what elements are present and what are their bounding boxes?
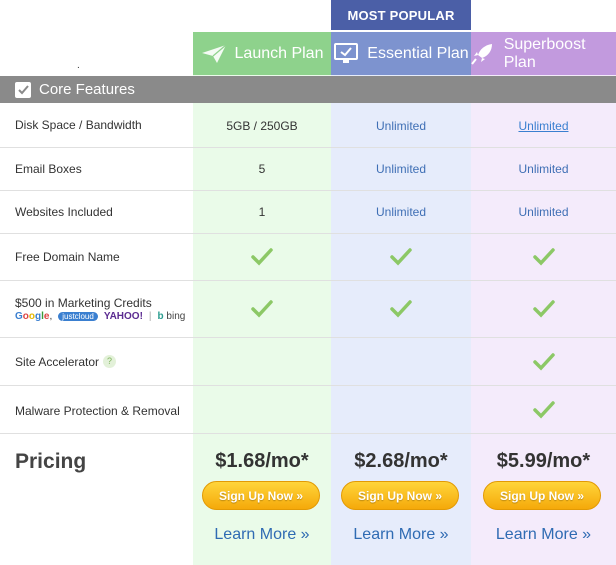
launch-learn-more-link[interactable]: Learn More » [193,526,331,544]
yahoo-logo: YAHOO! [103,311,143,322]
essential-signup-button[interactable]: Sign Up Now » [341,481,459,510]
check-icon [471,338,616,385]
stray-dot: . [77,60,80,71]
launch-plan-header: Launch Plan [193,32,331,75]
launch-price: $1.68/mo* [215,450,309,472]
table-row: Email Boxes 5 Unlimited Unlimited [0,148,616,191]
essential-value: Unlimited [375,162,426,176]
core-features-bar: Core Features [0,76,616,103]
paper-plane-icon [201,43,227,65]
launch-value: 1 [258,205,266,219]
essential-value: Unlimited [375,118,426,133]
essential-plan-title: Essential Plan [367,44,469,62]
table-row: $500 in Marketing Credits Google, justcl… [0,281,616,338]
launch-signup-button[interactable]: Sign Up Now » [202,481,320,510]
superboost-unlimited-link[interactable]: Unlimited [518,119,568,133]
justcloud-logo: justcloud [58,312,98,321]
feature-label: Free Domain Name [15,250,120,264]
feature-label: Websites Included [15,205,113,219]
superboost-plan-title: Superboost Plan [503,35,586,71]
essential-learn-more-link[interactable]: Learn More » [331,526,471,544]
feature-label: Email Boxes [15,162,82,176]
monitor-check-icon [333,42,359,65]
launch-value: 5GB / 250GB [226,118,298,133]
launch-value: 5 [258,162,266,176]
check-icon [193,281,331,337]
table-row: Disk Space / Bandwidth 5GB / 250GB Unlim… [0,104,616,148]
superboost-cell: Unlimited [471,104,616,147]
most-popular-badge: MOST POPULAR [331,0,471,30]
table-row: Site Accelerator? [0,338,616,386]
essential-plan-header: Essential Plan [331,32,471,75]
table-row: Free Domain Name [0,234,616,281]
superboost-value: Unlimited [518,205,569,219]
check-icon [331,234,471,280]
feature-label: Site Accelerator? [15,355,117,369]
check-icon [471,234,616,280]
superboost-value: Unlimited [518,162,569,176]
feature-label: $500 in Marketing Credits [15,296,152,310]
feature-label: Malware Protection & Removal [15,404,180,418]
superboost-plan-header: Superboost Plan [471,32,616,75]
pricing-label: Pricing [15,450,87,473]
rocket-icon [471,43,496,65]
site-accelerator-label: Site Accelerator [15,355,100,369]
launch-plan-title: Launch Plan [234,44,324,62]
superboost-learn-more-link[interactable]: Learn More » [471,526,616,544]
check-icon [193,234,331,280]
table-row: Malware Protection & Removal [0,386,616,434]
bing-wordmark: bing [166,311,186,322]
superboost-price: $5.99/mo* [496,450,591,472]
check-icon [471,386,616,433]
marketing-partner-logos: Google, justcloud YAHOO! | b bing [15,311,186,322]
essential-price: $2.68/mo* [354,450,448,472]
essential-value: Unlimited [375,205,426,219]
checkbox-icon [15,81,31,98]
bing-logo: b bing [157,311,186,322]
help-icon[interactable]: ? [103,355,117,368]
table-row: Websites Included 1 Unlimited Unlimited [0,191,616,234]
feature-label: Disk Space / Bandwidth [15,118,142,132]
google-logo: Google, [15,311,53,322]
superboost-signup-button[interactable]: Sign Up Now » [483,481,601,510]
check-icon [331,281,471,337]
check-icon [471,281,616,337]
core-features-label: Core Features [39,81,135,98]
